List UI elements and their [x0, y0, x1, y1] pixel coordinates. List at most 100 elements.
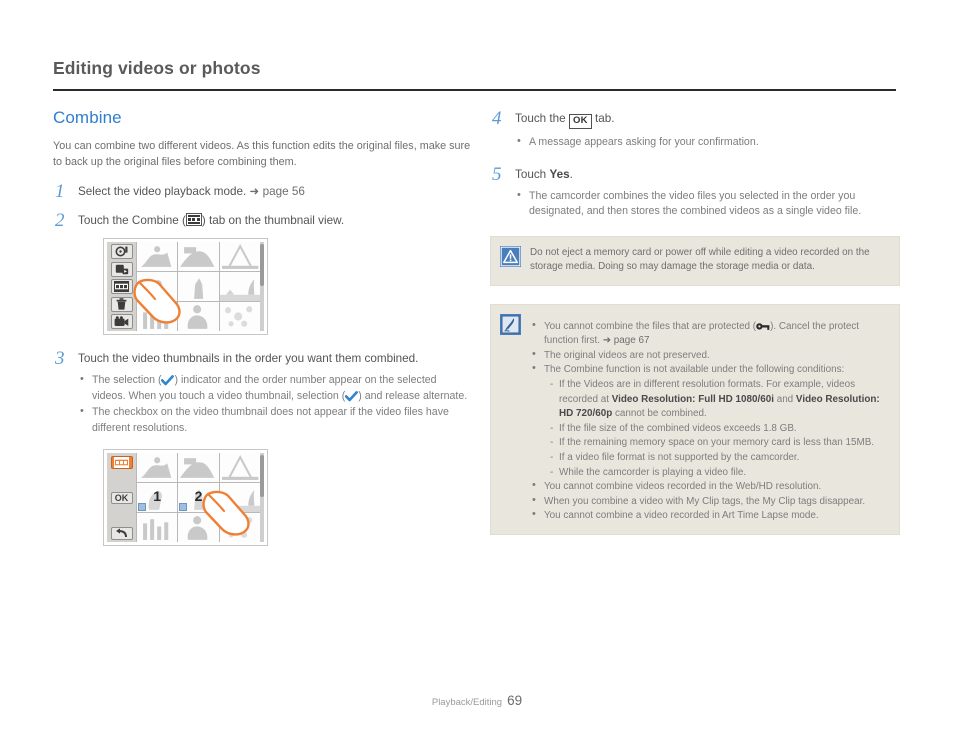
step-5-bullets: The camcorder combines the video files y…: [515, 188, 900, 220]
blue-check-icon: [161, 375, 175, 386]
step-2-text: Touch the Combine ( ) tab on the thumbna…: [78, 213, 473, 229]
thumbnail-cell[interactable]: [137, 272, 178, 301]
bullet-part-3: ) and release alternate.: [358, 389, 468, 402]
step-4: 4 Touch the OK tab. A message appears as…: [490, 108, 900, 151]
thumbnail-cell[interactable]: [178, 453, 219, 482]
section-title: Combine: [53, 108, 122, 127]
step-5-text: Touch Yes.: [515, 167, 900, 183]
ok-icon: OK: [568, 114, 592, 129]
thumbnail-cell[interactable]: [178, 513, 219, 542]
share-mark-tab[interactable]: [110, 261, 133, 277]
thumbnail-cell[interactable]: [219, 272, 260, 301]
thumbnail-cell[interactable]: [219, 453, 260, 482]
thumbnail-scrollbar[interactable]: [260, 453, 264, 542]
list-item: If the remaining memory space on your me…: [550, 436, 889, 451]
step-4-text-before: Touch the: [515, 112, 569, 125]
thumbnail-grid: 1 2: [136, 453, 260, 542]
header-divider: [53, 89, 896, 91]
page-header: Editing videos or photos: [53, 58, 896, 91]
thumbnail-grid: [136, 242, 260, 331]
footer-section-label: Playback/Editing: [431, 697, 503, 708]
key-protect-icon: [756, 322, 770, 330]
note-b2-part1: The Combine function is not available un…: [544, 364, 845, 376]
thumbnail-cell[interactable]: [178, 242, 219, 271]
list-item: You cannot combine the files that are pr…: [530, 318, 889, 349]
list-item: If the file size of the combined videos …: [550, 422, 889, 437]
thumbnail-cell[interactable]: [219, 513, 260, 542]
thumbnail-cell[interactable]: [178, 272, 219, 301]
thumbnail-cell[interactable]: [178, 302, 219, 331]
list-item: The camcorder combines the video files y…: [515, 188, 900, 220]
thumbnail-cell[interactable]: [219, 242, 260, 271]
combine-icon: [185, 213, 202, 226]
combine-tab[interactable]: [110, 279, 133, 294]
camcorder-screen-combine-selection: OK 1 2: [103, 449, 268, 546]
step-2-text-before: Touch the Combine (: [78, 214, 186, 227]
thumbnail-cell[interactable]: [137, 453, 178, 482]
step-1-number: 1: [55, 181, 65, 202]
photo-play-tab[interactable]: [110, 244, 133, 259]
list-item: You cannot combine a video recorded in A…: [530, 507, 889, 524]
note-sub-bullets: If the Videos are in different resolutio…: [544, 378, 889, 480]
left-column: Combine You can combine two different vi…: [53, 103, 473, 559]
blue-check-icon: [345, 390, 359, 401]
bullet-part-1: The selection (: [92, 374, 162, 386]
thumbnail-cell[interactable]: [219, 302, 260, 331]
delete-tab[interactable]: [110, 296, 133, 312]
step-5: 5 Touch Yes. The camcorder combines the …: [490, 163, 900, 220]
selection-checkbox[interactable]: [138, 503, 146, 511]
combine-tab-selected[interactable]: [110, 456, 133, 469]
sub-0-d: cannot be combined.: [612, 408, 707, 420]
sub-0-c: and: [773, 393, 796, 405]
note-box: You cannot combine the files that are pr…: [490, 303, 900, 535]
step-5-bold: Yes: [549, 167, 570, 181]
step-3: 3 Touch the video thumbnails in the orde…: [53, 348, 473, 546]
thumbnail-cell[interactable]: [137, 513, 178, 542]
selection-checkbox[interactable]: [179, 503, 188, 511]
note-b0-part1: You cannot combine the files that are pr…: [544, 320, 757, 332]
back-tab[interactable]: [110, 527, 133, 540]
thumbnail-scrollbar[interactable]: [260, 242, 264, 331]
list-item: The original videos are not preserved.: [530, 347, 889, 364]
step-4-text: Touch the OK tab.: [515, 111, 900, 129]
note-text: You cannot combine the files that are pr…: [530, 314, 889, 524]
list-item: You cannot combine videos recorded in th…: [530, 478, 889, 495]
thumbnail-cell-selected-1[interactable]: 1: [137, 483, 178, 512]
sub-0-b1: Video Resolution: Full HD 1080/60i: [611, 393, 774, 405]
page-number: 69: [507, 693, 523, 708]
order-number: 1: [153, 488, 162, 505]
step-5-text-after: .: [569, 167, 573, 181]
step-5-number: 5: [492, 163, 502, 185]
right-column: 4 Touch the OK tab. A message appears as…: [490, 103, 900, 535]
camcorder-tab-column: OK: [107, 453, 136, 542]
step-3-text: Touch the video thumbnails in the order …: [78, 352, 419, 365]
list-item: When you combine a video with My Clip ta…: [530, 493, 889, 510]
step-4-bullets: A message appears asking for your confir…: [515, 134, 900, 151]
thumbnail-cell[interactable]: [137, 242, 178, 271]
page-title: Editing videos or photos: [53, 58, 261, 78]
thumbnail-cell[interactable]: [219, 483, 260, 512]
note-bullets: You cannot combine the files that are pr…: [530, 318, 889, 524]
step-5-text-before: Touch: [515, 167, 550, 181]
caution-text: Do not eject a memory card or power off …: [530, 246, 870, 273]
step-4-number: 4: [492, 108, 502, 129]
step-3-number: 3: [55, 348, 65, 369]
camcorder-tab[interactable]: [110, 314, 133, 329]
list-item: If a video file format is not supported …: [550, 451, 889, 466]
thumbnail-cell[interactable]: [137, 302, 178, 331]
step-2-text-after: ) tab on the thumbnail view.: [201, 214, 345, 227]
step-3-bullets: The selection () indicator and the order…: [78, 372, 473, 436]
page-footer: Playback/Editing 69: [0, 692, 954, 710]
note-b0-page-ref: ➜ page 67: [602, 335, 650, 347]
caution-box: Do not eject a memory card or power off …: [490, 235, 900, 286]
caution-triangle-icon: [500, 245, 521, 267]
list-item: The checkbox on the video thumbnail does…: [78, 404, 473, 436]
step-1-text: Select the video playback mode. ➜ page 5…: [78, 184, 473, 200]
thumbnail-cell-selected-2[interactable]: 2: [178, 483, 219, 512]
step-1-text-before: Select the video playback mode.: [78, 185, 250, 198]
section-intro: You can combine two different videos. As…: [53, 140, 471, 168]
note-pen-icon: [500, 313, 521, 335]
camcorder-tab-column: [107, 242, 136, 331]
ok-tab[interactable]: OK: [110, 492, 133, 504]
list-item: While the camcorder is playing a video f…: [550, 466, 889, 481]
